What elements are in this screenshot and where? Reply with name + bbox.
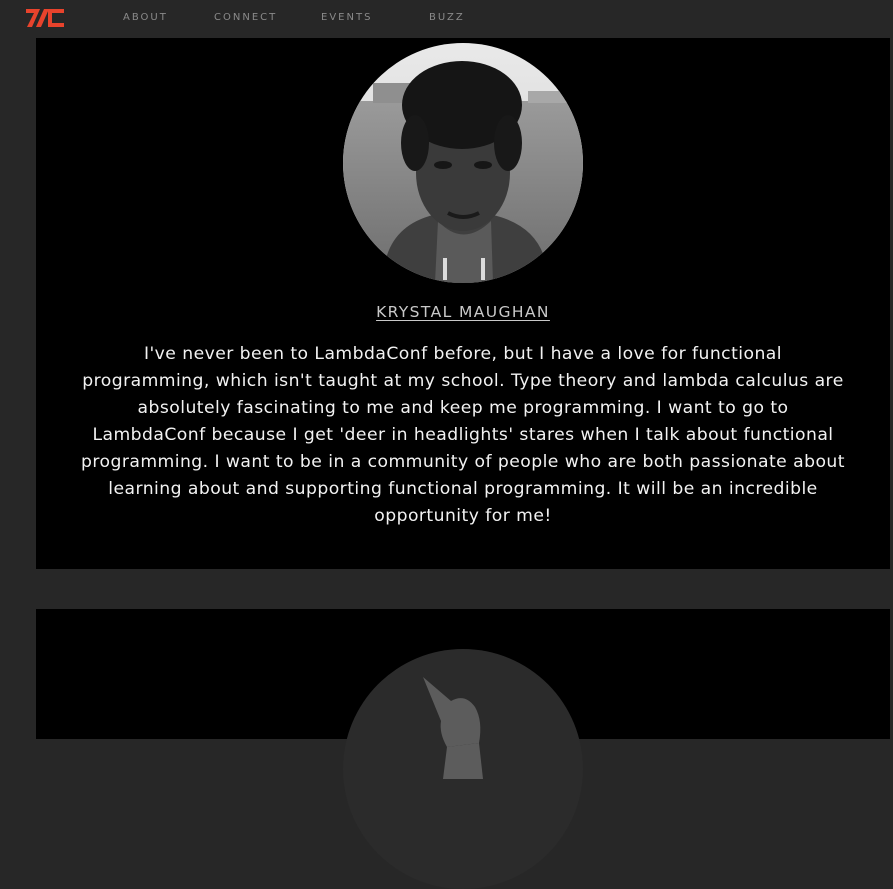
speaker-name-link[interactable]: KRYSTAL MAUGHAN <box>36 303 890 321</box>
nav-item-buzz[interactable]: BUZZ <box>429 12 465 23</box>
nav-item-events[interactable]: EVENTS <box>321 12 372 23</box>
top-navbar: ABOUT CONNECT EVENTS BUZZ <box>0 0 893 38</box>
speaker-photo-placeholder <box>343 649 583 889</box>
speaker-card: KRYSTAL MAUGHAN I've never been to Lambd… <box>36 38 890 569</box>
unicorn-icon <box>423 677 483 779</box>
speaker-photo <box>343 43 583 283</box>
speaker-card <box>36 609 890 889</box>
nav-item-about[interactable]: ABOUT <box>123 12 168 23</box>
lambdaconf-logo-icon[interactable] <box>24 6 66 30</box>
nav-item-connect[interactable]: CONNECT <box>214 12 277 23</box>
speaker-bio: I've never been to LambdaConf before, bu… <box>81 344 845 526</box>
